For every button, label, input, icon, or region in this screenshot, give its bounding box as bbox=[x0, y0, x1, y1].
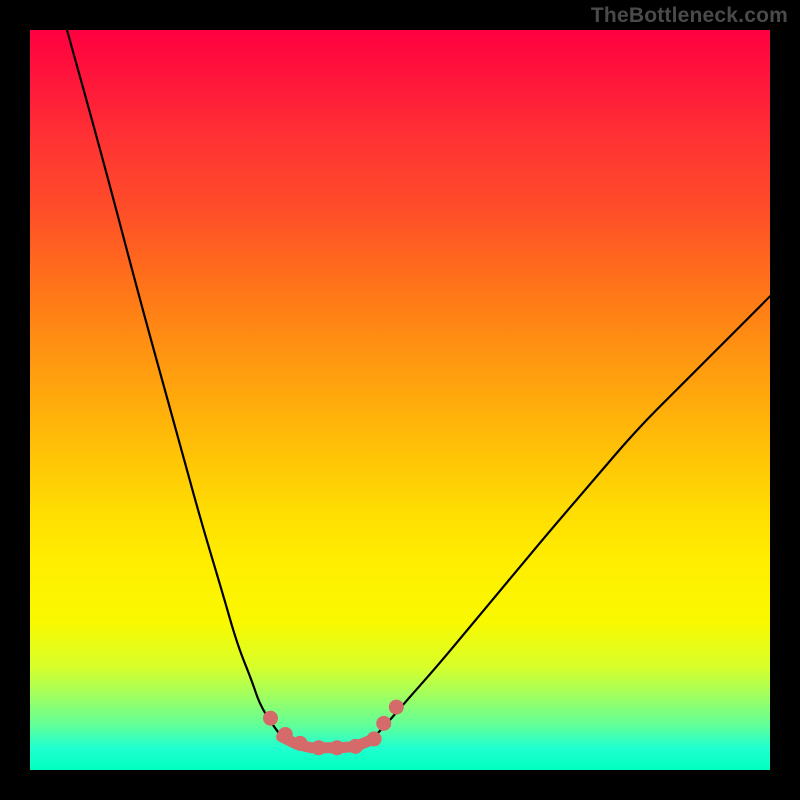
marker-dot bbox=[376, 716, 391, 731]
chart-frame: TheBottleneck.com bbox=[0, 0, 800, 800]
watermark-text: TheBottleneck.com bbox=[591, 4, 788, 28]
marker-dot bbox=[278, 727, 293, 742]
marker-dot bbox=[330, 740, 345, 755]
marker-dot bbox=[348, 739, 363, 754]
left-curve bbox=[67, 30, 282, 737]
marker-dot bbox=[311, 740, 326, 755]
marker-dot bbox=[263, 711, 278, 726]
right-curve bbox=[370, 296, 770, 740]
marker-dot bbox=[367, 731, 382, 746]
plot-area bbox=[30, 30, 770, 770]
chart-svg bbox=[30, 30, 770, 770]
marker-dot bbox=[293, 736, 308, 751]
marker-dot bbox=[389, 700, 404, 715]
marker-dots bbox=[263, 700, 404, 756]
